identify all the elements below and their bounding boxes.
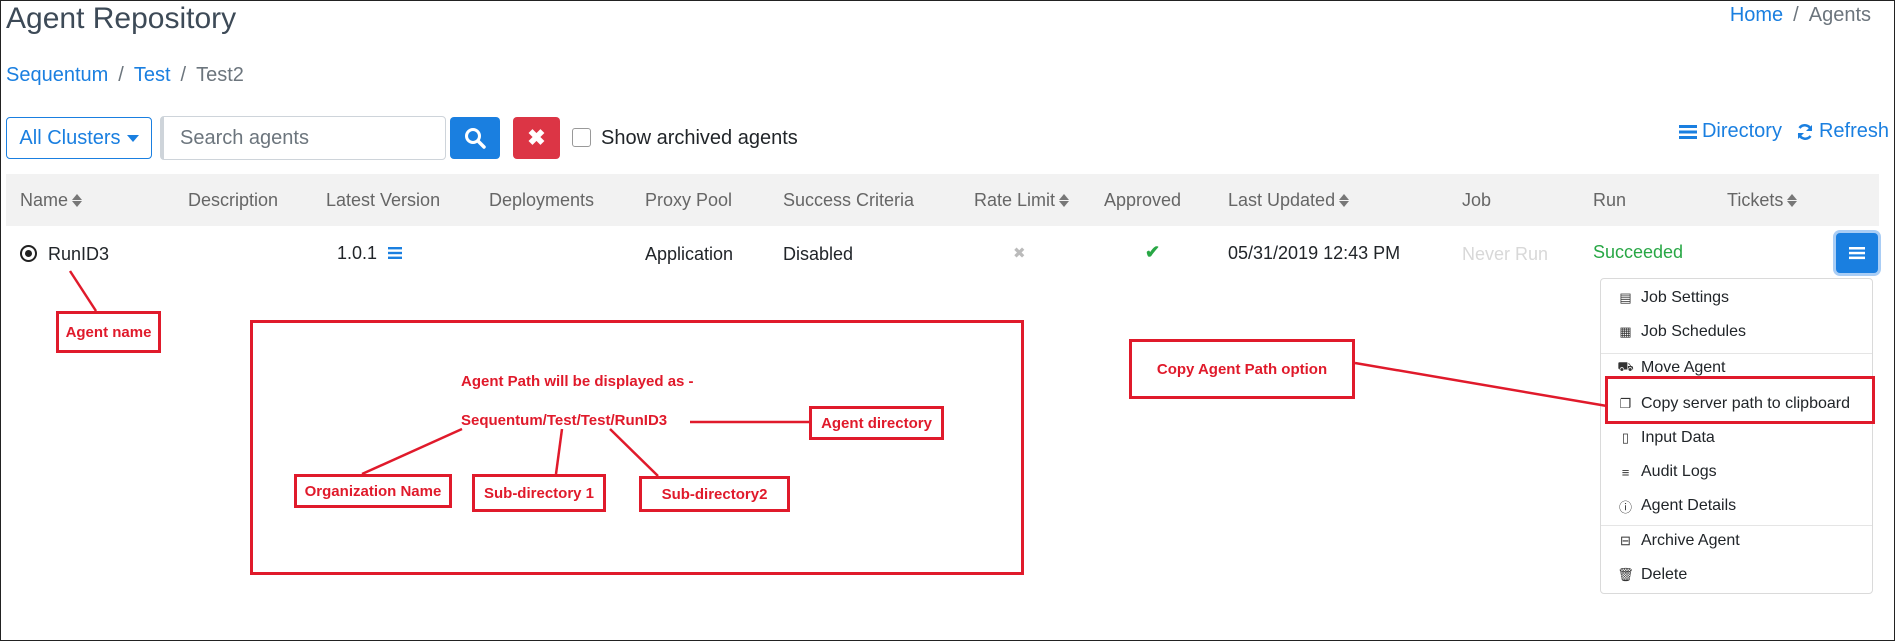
annotation-connector-lines — [68, 270, 1608, 477]
